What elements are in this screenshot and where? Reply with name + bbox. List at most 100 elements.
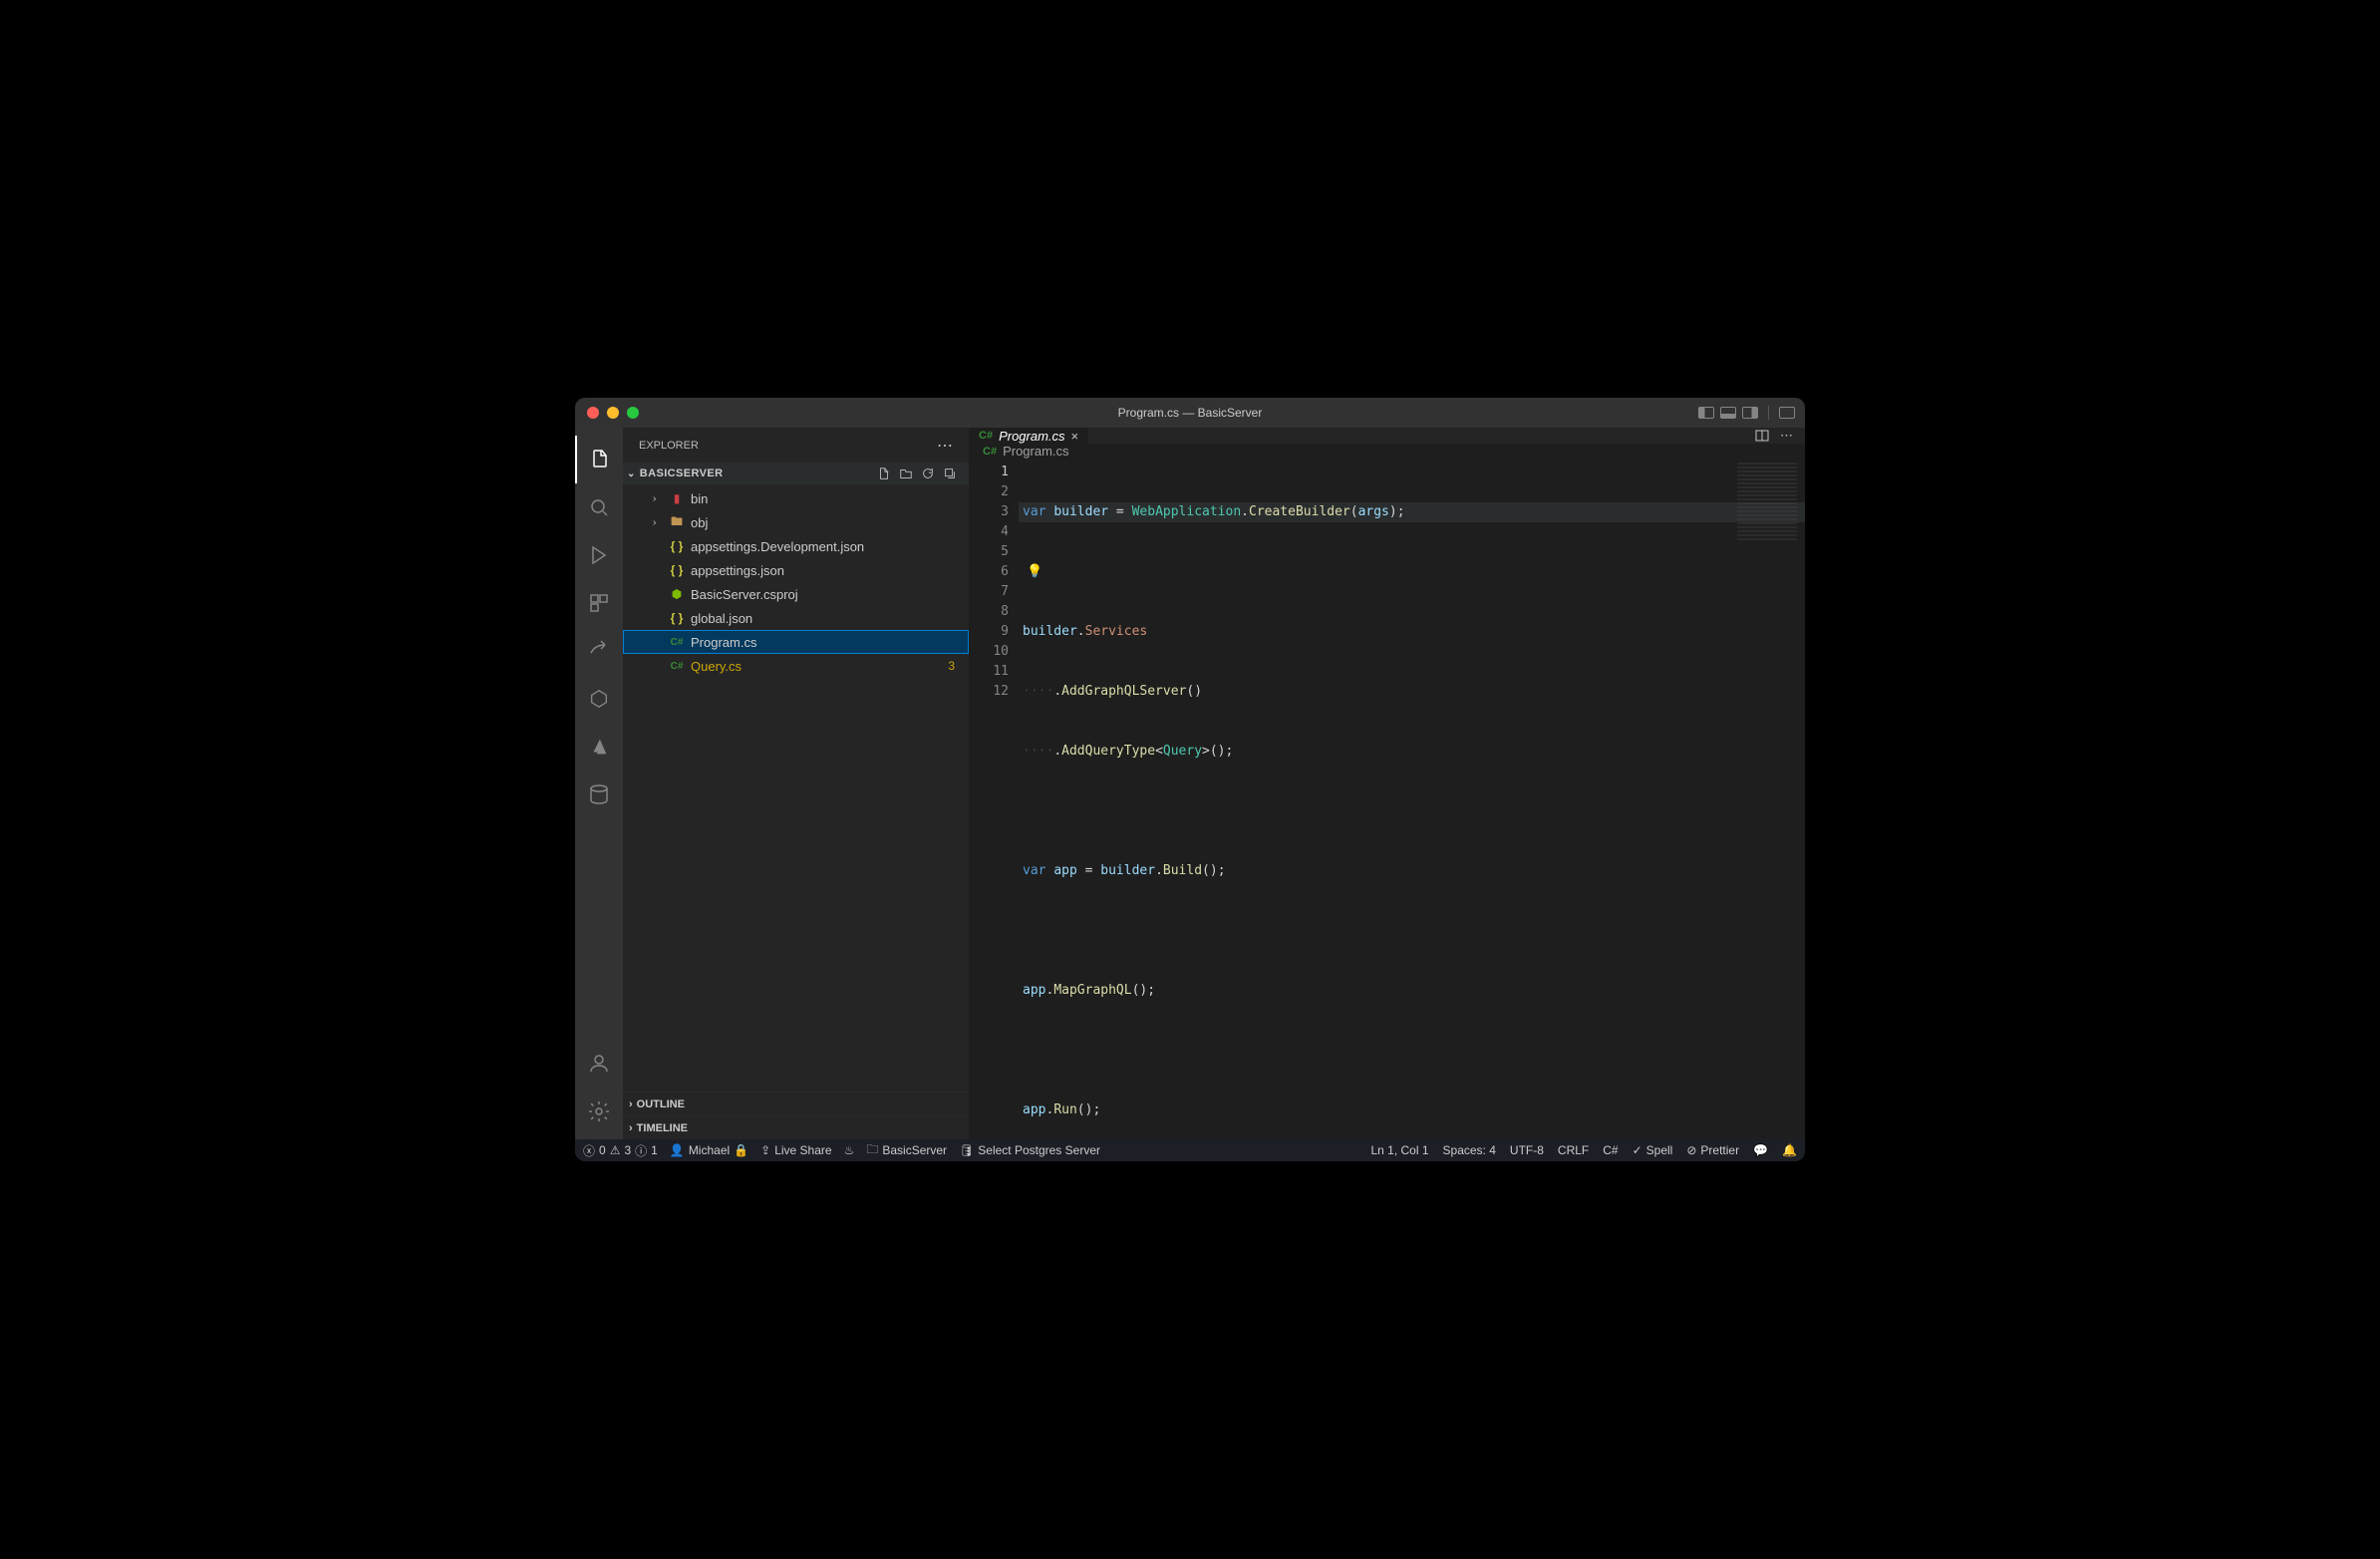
titlebar-layout-controls (1698, 406, 1795, 420)
folder-icon: 🗀 (866, 1140, 878, 1161)
code-line: 💡 (1019, 562, 1805, 582)
file-appsettings[interactable]: { } appsettings.json (623, 558, 969, 582)
activity-run-debug[interactable] (575, 531, 623, 579)
traffic-lights (587, 407, 639, 419)
editor-area: C# Program.cs × ⋯ C# Program.cs 1 2 3 4 (969, 428, 1805, 1139)
file-tree: › ▮ bin › 🖿 obj { } appsettings.Developm… (623, 484, 969, 1091)
file-global-json[interactable]: { } global.json (623, 606, 969, 630)
status-prettier[interactable]: ⊘ Prettier (1686, 1143, 1739, 1157)
breadcrumb[interactable]: C# Program.cs (969, 444, 1805, 459)
code-line: var builder = WebApplication.CreateBuild… (1019, 502, 1805, 522)
minimize-window-button[interactable] (607, 407, 619, 419)
status-liveshare[interactable]: ⇪ Live Share (760, 1143, 831, 1157)
info-icon: ⓘ (635, 1142, 647, 1159)
activity-share[interactable] (575, 627, 623, 675)
activity-kubernetes[interactable] (575, 675, 623, 723)
code-line: app.Run(); (1019, 1100, 1805, 1120)
close-window-button[interactable] (587, 407, 599, 419)
minimap[interactable] (1737, 463, 1797, 542)
line-number: 10 (969, 642, 1009, 662)
file-label: appsettings.json (691, 563, 784, 578)
toggle-primary-sidebar-icon[interactable] (1698, 407, 1714, 419)
code-editor[interactable]: 1 2 3 4 5 6 7 8 9 10 11 12 var builder =… (969, 459, 1805, 1139)
status-bar-right: Ln 1, Col 1 Spaces: 4 UTF-8 CRLF C# ✓ Sp… (1370, 1143, 1797, 1157)
activity-extensions[interactable] (575, 579, 623, 627)
status-folder[interactable]: 🗀 BasicServer (866, 1140, 947, 1161)
divider (1768, 406, 1769, 420)
sidebar-header: EXPLORER ⋯ (623, 428, 969, 463)
toggle-secondary-sidebar-icon[interactable] (1742, 407, 1758, 419)
sidebar-more-actions[interactable]: ⋯ (937, 436, 953, 456)
activity-search[interactable] (575, 483, 623, 531)
warning-icon: ⚠ (610, 1143, 621, 1157)
code-line (1019, 801, 1805, 821)
status-bar: ⓧ0 ⚠3 ⓘ1 👤 Michael 🔒 ⇪ Live Share ♨ 🗀 Ba… (575, 1139, 1805, 1161)
database-icon: 🛢 (959, 1143, 974, 1157)
project-actions (877, 467, 965, 480)
maximize-window-button[interactable] (627, 407, 639, 419)
status-flame[interactable]: ♨ (844, 1143, 855, 1157)
split-editor-icon[interactable] (1754, 428, 1770, 444)
file-program-cs[interactable]: C# Program.cs (623, 630, 969, 654)
vscode-window: Program.cs — BasicServer (575, 398, 1805, 1161)
status-user-name: Michael (689, 1143, 730, 1157)
file-label: appsettings.Development.json (691, 539, 864, 554)
line-number-gutter: 1 2 3 4 5 6 7 8 9 10 11 12 (969, 459, 1019, 1139)
line-number: 1 (969, 463, 1009, 482)
line-number: 9 (969, 622, 1009, 642)
file-csproj[interactable]: ⬢ BasicServer.csproj (623, 582, 969, 606)
status-indentation[interactable]: Spaces: 4 (1443, 1143, 1496, 1157)
customize-layout-icon[interactable] (1779, 407, 1795, 419)
warning-badge: 3 (948, 659, 955, 673)
azure-icon (588, 736, 610, 758)
cancel-icon: ⊘ (1686, 1143, 1696, 1157)
status-postgres[interactable]: 🛢 Select Postgres Server (959, 1143, 1100, 1157)
status-cursor-position[interactable]: Ln 1, Col 1 (1370, 1143, 1428, 1157)
folder-obj[interactable]: › 🖿 obj (623, 510, 969, 534)
sidebar-bottom-sections: › OUTLINE › TIMELINE (623, 1091, 969, 1139)
status-feedback[interactable]: 💬 (1753, 1143, 1768, 1157)
sidebar-title: EXPLORER (639, 440, 699, 452)
folder-bin[interactable]: › ▮ bin (623, 486, 969, 510)
status-eol[interactable]: CRLF (1558, 1143, 1589, 1157)
tab-bar: C# Program.cs × ⋯ (969, 428, 1805, 444)
refresh-icon[interactable] (921, 467, 935, 480)
tab-program-cs[interactable]: C# Program.cs × (969, 428, 1089, 444)
file-appsettings-dev[interactable]: { } appsettings.Development.json (623, 534, 969, 558)
project-header[interactable]: ⌄ BASICSERVER (623, 463, 969, 484)
lightbulb-icon[interactable]: 💡 (1023, 564, 1042, 579)
breadcrumb-label: Program.cs (1003, 444, 1068, 459)
file-query-cs[interactable]: C# Query.cs 3 (623, 654, 969, 678)
section-label: OUTLINE (637, 1098, 685, 1110)
section-label: TIMELINE (637, 1122, 688, 1134)
new-folder-icon[interactable] (899, 467, 913, 480)
chevron-right-icon: › (629, 1122, 633, 1134)
json-icon: { } (669, 539, 685, 553)
activity-bar (575, 428, 623, 1139)
collapse-all-icon[interactable] (943, 467, 957, 480)
feedback-icon: 💬 (1753, 1143, 1768, 1157)
new-file-icon[interactable] (877, 467, 891, 480)
section-outline[interactable]: › OUTLINE (623, 1091, 969, 1115)
chevron-right-icon: › (653, 517, 663, 528)
status-language[interactable]: C# (1603, 1143, 1618, 1157)
activity-settings[interactable] (575, 1088, 623, 1135)
tab-label: Program.cs (999, 429, 1064, 444)
line-number: 2 (969, 482, 1009, 502)
status-encoding[interactable]: UTF-8 (1510, 1143, 1544, 1157)
status-spell[interactable]: ✓ Spell (1633, 1143, 1673, 1157)
window-title: Program.cs — BasicServer (575, 406, 1805, 420)
search-icon (587, 495, 611, 519)
activity-accounts[interactable] (575, 1040, 623, 1088)
section-timeline[interactable]: › TIMELINE (623, 1115, 969, 1139)
status-notifications[interactable]: 🔔 (1782, 1143, 1797, 1157)
close-tab-icon[interactable]: × (1071, 429, 1079, 444)
activity-postgres[interactable] (575, 771, 623, 818)
activity-explorer[interactable] (575, 436, 623, 483)
code-content: var builder = WebApplication.CreateBuild… (1019, 459, 1805, 1139)
status-problems[interactable]: ⓧ0 ⚠3 ⓘ1 (583, 1142, 658, 1159)
activity-azure[interactable] (575, 723, 623, 771)
toggle-panel-icon[interactable] (1720, 407, 1736, 419)
more-actions-icon[interactable]: ⋯ (1780, 428, 1793, 444)
status-account[interactable]: 👤 Michael 🔒 (670, 1143, 748, 1157)
